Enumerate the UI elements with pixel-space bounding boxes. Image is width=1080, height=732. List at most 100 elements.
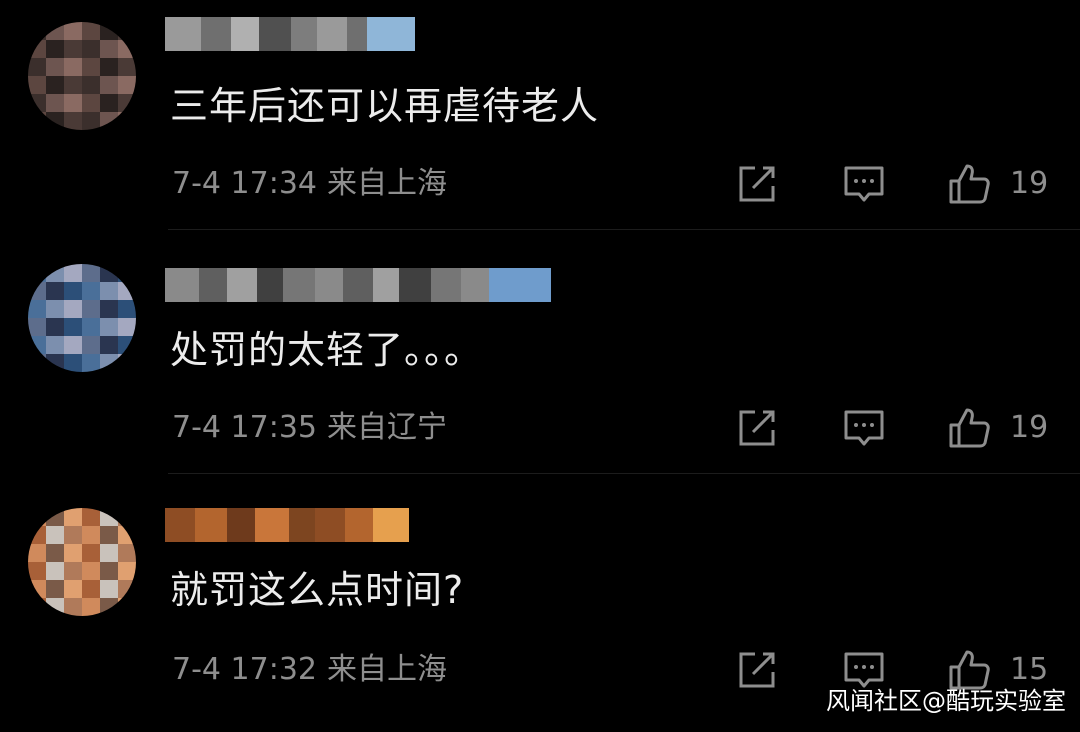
avatar-pixel [64, 282, 82, 300]
avatar-pixel [46, 526, 64, 544]
thumbs-up-icon[interactable] [947, 406, 991, 450]
username-pixel [195, 508, 227, 542]
username-pixel [227, 508, 255, 542]
reply-icon[interactable] [842, 162, 886, 206]
username-pixel [373, 508, 409, 542]
avatar-pixel [82, 562, 100, 580]
username-pixel [259, 17, 291, 51]
avatar-pixel [28, 354, 46, 372]
share-icon[interactable] [735, 162, 779, 206]
username-pixel [367, 17, 415, 51]
avatar-pixel [64, 580, 82, 598]
avatar[interactable] [28, 264, 136, 372]
avatar-pixel [100, 22, 118, 40]
username-pixel [347, 17, 367, 51]
comment-meta: 7-4 17:32 来自上海 [172, 650, 447, 690]
username-pixel [399, 268, 431, 302]
avatar-pixel [64, 94, 82, 112]
avatar-pixel [82, 40, 100, 58]
avatar-pixel [118, 58, 136, 76]
avatar-pixel [46, 58, 64, 76]
comment-text: 三年后还可以再虐待老人 [170, 84, 600, 128]
avatar-pixel [100, 112, 118, 130]
avatar-pixel [64, 76, 82, 94]
avatar-pixel [46, 94, 64, 112]
avatar-pixel [82, 526, 100, 544]
avatar[interactable] [28, 22, 136, 130]
share-icon[interactable] [735, 406, 779, 450]
avatar-pixel [28, 300, 46, 318]
avatar-pixel [28, 58, 46, 76]
avatar-pixel [82, 264, 100, 282]
avatar-pixel [28, 580, 46, 598]
avatar-pixel [28, 336, 46, 354]
username-blurred[interactable] [165, 508, 409, 542]
avatar-pixel [46, 544, 64, 562]
avatar-pixel [118, 94, 136, 112]
thumbs-up-icon[interactable] [947, 162, 991, 206]
avatar-pixel [82, 300, 100, 318]
avatar-pixel [100, 598, 118, 616]
avatar-pixel [118, 580, 136, 598]
avatar-pixel [100, 562, 118, 580]
comment-item: 三年后还可以再虐待老人 7-4 17:34 来自上海 19 [0, 0, 1080, 244]
avatar-pixel [64, 40, 82, 58]
avatar-pixel [100, 336, 118, 354]
avatar-pixel [64, 58, 82, 76]
avatar-pixel [28, 112, 46, 130]
avatar-pixel [46, 22, 64, 40]
avatar-pixel [28, 508, 46, 526]
avatar-pixel [64, 508, 82, 526]
username-pixel [345, 508, 373, 542]
avatar-pixel [118, 598, 136, 616]
avatar-pixel [82, 22, 100, 40]
username-pixel [461, 268, 489, 302]
avatar-pixel [82, 354, 100, 372]
avatar-pixel [28, 598, 46, 616]
avatar-pixel [100, 76, 118, 94]
share-icon[interactable] [735, 648, 779, 692]
avatar-pixel [64, 22, 82, 40]
avatar-pixel [46, 282, 64, 300]
avatar-pixel [100, 508, 118, 526]
avatar-pixel [46, 598, 64, 616]
username-pixel [291, 17, 317, 51]
comment-meta: 7-4 17:35 来自辽宁 [172, 408, 447, 448]
avatar-pixel [28, 22, 46, 40]
avatar-pixel [118, 354, 136, 372]
avatar-pixel [82, 508, 100, 526]
avatar-pixel [118, 76, 136, 94]
avatar-pixel [46, 318, 64, 336]
avatar-pixel [82, 318, 100, 336]
divider [168, 229, 1080, 230]
avatar[interactable] [28, 508, 136, 616]
reply-icon[interactable] [842, 406, 886, 450]
username-pixel [227, 268, 257, 302]
avatar-pixel [46, 336, 64, 354]
username-pixel [165, 508, 195, 542]
username-blurred[interactable] [165, 17, 415, 51]
avatar-pixel [100, 58, 118, 76]
avatar-pixel [64, 112, 82, 130]
avatar-pixel [46, 264, 64, 282]
avatar-pixel [46, 40, 64, 58]
divider [168, 473, 1080, 474]
avatar-pixel [28, 94, 46, 112]
avatar-pixel [82, 76, 100, 94]
avatar-pixel [28, 40, 46, 58]
avatar-pixel [64, 300, 82, 318]
username-pixel [165, 268, 199, 302]
avatar-pixel [28, 318, 46, 336]
username-pixel [199, 268, 227, 302]
avatar-pixel [100, 526, 118, 544]
avatar-pixel [64, 598, 82, 616]
username-pixel [231, 17, 259, 51]
username-pixel [315, 268, 343, 302]
username-pixel [317, 17, 347, 51]
username-pixel [489, 268, 551, 302]
username-blurred[interactable] [165, 268, 551, 302]
avatar-pixel [100, 544, 118, 562]
avatar-pixel [118, 526, 136, 544]
avatar-pixel [64, 336, 82, 354]
avatar-pixel [64, 544, 82, 562]
